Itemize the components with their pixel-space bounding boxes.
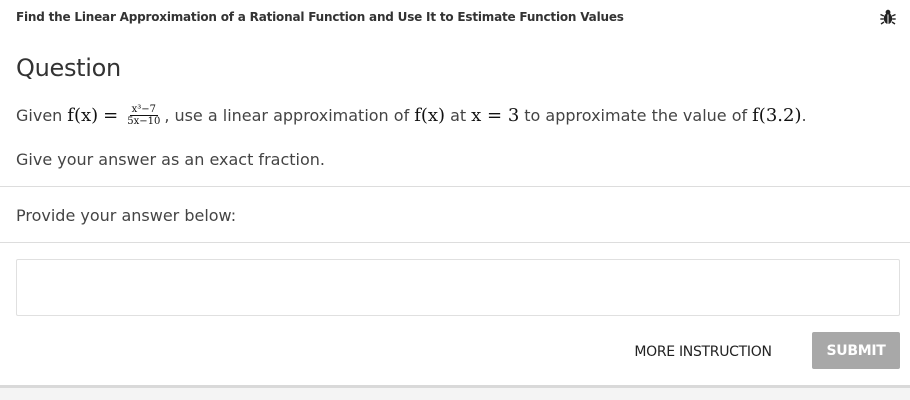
question-text: Given f(x) = x³−7 5x−10 , use a linear a… (16, 98, 807, 132)
given-text: Given (16, 105, 63, 125)
answer-label: Provide your answer below: (16, 206, 237, 225)
submit-button[interactable]: SUBMIT (812, 332, 900, 369)
answer-input[interactable] (16, 259, 900, 316)
answer-format-instruction: Give your answer as an exact fraction. (16, 150, 325, 169)
comma: , (164, 105, 170, 125)
to-text: to approximate the value of (524, 105, 748, 125)
function-reference: f(x) (414, 104, 446, 126)
target-expression: f(3.2) (752, 104, 802, 126)
period: . (801, 105, 807, 125)
point-equation: x = 3 (471, 104, 520, 126)
function-lhs: f(x) (67, 104, 99, 126)
divider (0, 186, 910, 187)
footer-area (0, 388, 910, 400)
equals-sign: = (103, 104, 119, 126)
at-text: at (450, 105, 467, 125)
fraction-numerator: x³−7 (129, 103, 158, 116)
more-instruction-button[interactable]: MORE INSTRUCTION (620, 334, 786, 370)
question-heading: Question (16, 54, 121, 82)
topic-title: Find the Linear Approximation of a Ratio… (16, 10, 624, 24)
divider (0, 242, 910, 243)
fraction-denominator: 5x−10 (127, 115, 161, 127)
middle-text: use a linear approximation of (174, 105, 410, 125)
function-fraction: x³−7 5x−10 (125, 104, 162, 127)
top-bar: Find the Linear Approximation of a Ratio… (0, 0, 910, 34)
bug-icon[interactable] (878, 7, 898, 27)
